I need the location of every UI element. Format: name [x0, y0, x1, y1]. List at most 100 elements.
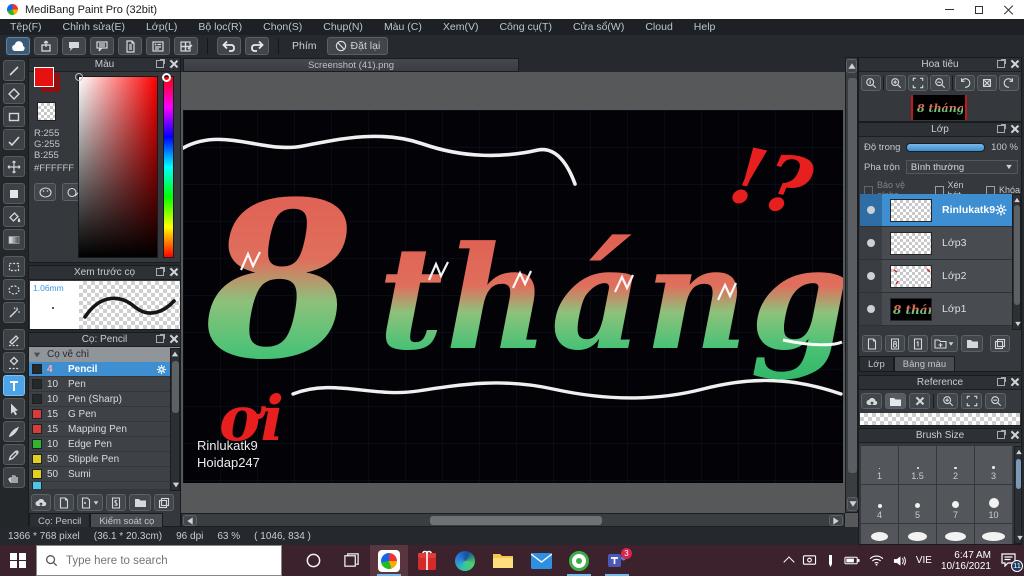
duplicate-brush-button[interactable] [154, 494, 174, 511]
navigator-header[interactable]: Hoa tiêu [859, 58, 1021, 72]
brush-size-scrollbar[interactable] [1014, 446, 1023, 544]
add-layer-button[interactable] [862, 335, 882, 352]
brush-row[interactable]: 10 Pen (Sharp) [29, 392, 170, 407]
brush-group-row[interactable]: Cọ vẽ chì [29, 347, 180, 362]
task-view-button[interactable] [332, 545, 370, 576]
size-cell[interactable]: 2 [937, 446, 974, 484]
menu-file[interactable]: Tệp(F) [10, 21, 42, 33]
new-brush-button[interactable] [54, 494, 74, 511]
reference-open-button[interactable] [885, 393, 906, 409]
close-button[interactable] [994, 0, 1024, 19]
menu-layer[interactable]: Lớp(L) [146, 21, 177, 33]
foreground-color-swatch[interactable] [34, 67, 54, 87]
comment-panel-button[interactable] [90, 37, 114, 55]
size-cell[interactable]: 7 [937, 485, 974, 523]
select-eraser-tool[interactable] [3, 352, 25, 373]
cloud-save-button[interactable] [6, 37, 30, 55]
duplicate-layer-button[interactable] [990, 335, 1010, 352]
opacity-slider[interactable] [906, 143, 986, 152]
popout-icon[interactable] [997, 59, 1006, 68]
gear-icon[interactable] [995, 203, 1007, 217]
text-tool[interactable] [3, 375, 25, 396]
size-cell[interactable] [937, 524, 974, 544]
tray-battery-icon[interactable] [844, 555, 860, 566]
search-input[interactable] [66, 554, 256, 567]
size-cell[interactable]: 10 [975, 485, 1012, 523]
canvas-hscrollbar[interactable] [181, 513, 845, 527]
size-cell[interactable]: 3 [975, 446, 1012, 484]
zoom-out-button[interactable] [930, 75, 950, 91]
close-icon[interactable] [1010, 60, 1018, 68]
fill-tool[interactable] [3, 183, 25, 204]
size-cell[interactable]: 1 [861, 446, 898, 484]
select-tool[interactable] [3, 256, 25, 277]
cortana-button[interactable] [294, 545, 332, 576]
taskbar-coccoc[interactable] [560, 545, 598, 576]
menu-window[interactable]: Cửa sổ(W) [573, 21, 624, 33]
select-pen-tool[interactable] [3, 329, 25, 350]
tab-layers[interactable]: Lớp [859, 356, 894, 371]
share-button[interactable] [34, 37, 58, 55]
brush-row[interactable]: 50 Sumi [29, 467, 170, 482]
taskbar-explorer[interactable] [484, 545, 522, 576]
taskbar-edge[interactable] [446, 545, 484, 576]
reset-button[interactable]: Đặt lại [326, 37, 389, 55]
visibility-dot[interactable] [867, 206, 875, 214]
menu-edit[interactable]: Chỉnh sửa(E) [63, 21, 125, 33]
brush-row[interactable]: 50 Stipple Pen [29, 452, 170, 467]
hue-bar[interactable] [163, 76, 174, 258]
visibility-dot[interactable] [867, 305, 875, 313]
hand-tool[interactable] [3, 467, 25, 488]
menu-select[interactable]: Chọn(S) [263, 21, 302, 33]
tray-expand-chevron[interactable] [783, 556, 795, 568]
taskbar-teams[interactable]: 3 [598, 545, 636, 576]
popout-icon[interactable] [156, 59, 165, 68]
divide-tool[interactable] [3, 129, 25, 150]
brush-preview-header[interactable]: Xem trước cọ [29, 266, 180, 280]
size-cell[interactable] [899, 524, 936, 544]
layer-row[interactable]: Lớp2 [860, 260, 1012, 293]
tray-date[interactable]: 10/16/2021 [941, 561, 991, 572]
script-brush-button[interactable] [106, 494, 126, 511]
brush-row[interactable]: 4 Pencil [29, 362, 170, 377]
transparent-swatch[interactable] [37, 102, 56, 121]
magic-wand-tool[interactable] [3, 302, 25, 323]
blend-dropdown[interactable]: Bình thường [905, 160, 1018, 174]
close-icon[interactable] [1010, 125, 1018, 133]
size-cell[interactable]: 1.5 [899, 446, 936, 484]
size-cell[interactable]: 4 [861, 485, 898, 523]
close-icon[interactable] [169, 335, 177, 343]
close-icon[interactable] [169, 268, 177, 276]
taskbar-gift-app[interactable] [408, 545, 446, 576]
move-tool[interactable] [3, 156, 25, 177]
minimize-button[interactable] [934, 0, 964, 19]
menu-cloud[interactable]: Cloud [645, 21, 672, 33]
tray-display-icon[interactable] [802, 554, 817, 567]
taskbar-mail[interactable] [522, 545, 560, 576]
close-icon[interactable] [169, 60, 177, 68]
reference-cloud-button[interactable] [861, 393, 882, 409]
layer-list-scrollbar[interactable] [1012, 194, 1021, 330]
eyedropper-tool[interactable] [3, 444, 25, 465]
visibility-dot[interactable] [867, 272, 875, 280]
brush-row[interactable]: 15 G Pen [29, 407, 170, 422]
tab-brush-control[interactable]: Kiểm soát cọ [90, 513, 164, 528]
menu-color[interactable]: Màu (C) [384, 21, 422, 33]
tab-palette[interactable]: Bảng màu [893, 356, 956, 371]
tray-time[interactable]: 6:47 AM [941, 550, 991, 561]
start-button[interactable] [0, 545, 36, 576]
visibility-dot[interactable] [867, 239, 875, 247]
gear-icon[interactable] [156, 364, 167, 375]
grid-edit-button[interactable] [174, 37, 198, 55]
tab-brush[interactable]: Cọ: Pencil [29, 513, 91, 528]
tray-language[interactable]: VIE [916, 555, 932, 566]
fit-view-button[interactable] [908, 75, 928, 91]
layer-row[interactable]: Rinlukatk9 [860, 194, 1012, 227]
popout-icon[interactable] [997, 377, 1006, 386]
size-cell[interactable] [975, 524, 1012, 544]
reference-zoom-out-button[interactable] [985, 393, 1006, 409]
palette-button[interactable] [34, 183, 56, 201]
reference-header[interactable]: Reference [859, 376, 1021, 390]
canvas-vscrollbar[interactable] [845, 57, 858, 513]
brush-row[interactable]: 10 Edge Pen [29, 437, 170, 452]
